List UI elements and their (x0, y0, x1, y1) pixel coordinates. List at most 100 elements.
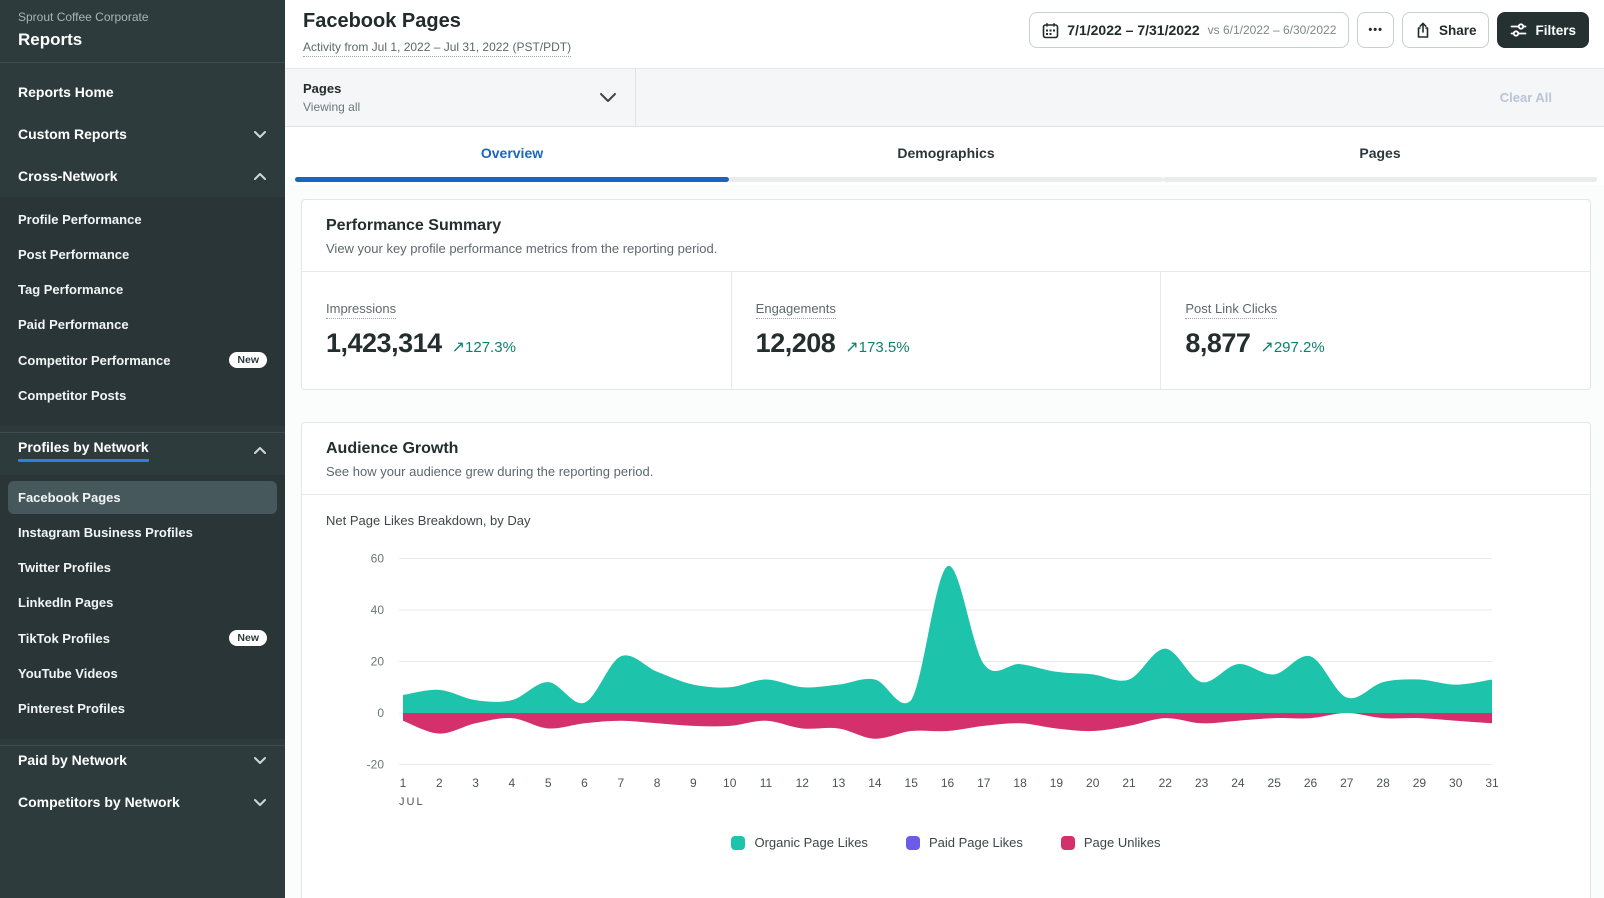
x-axis-tick: 16 (941, 776, 955, 790)
main-area: Facebook Pages Activity from Jul 1, 2022… (285, 0, 1604, 898)
sidebar-nav: Reports Home Custom Reports Cross-Network P… (0, 63, 285, 823)
sidebar-item-facebook-pages[interactable]: Facebook Pages (8, 481, 277, 514)
tab-underline (1163, 177, 1597, 182)
sidebar-header: Sprout Coffee Corporate Reports (0, 0, 285, 63)
metric-change: ↗173.5% (845, 337, 909, 357)
app-window: Sprout Coffee Corporate Reports Reports … (0, 0, 1604, 898)
sidebar-item-label: LinkedIn Pages (18, 595, 113, 610)
x-axis-tick: 10 (723, 776, 737, 790)
x-axis-tick: 20 (1086, 776, 1100, 790)
performance-summary-head: Performance Summary View your key profil… (302, 200, 1590, 272)
sidebar-item-paid-performance[interactable]: Paid Performance (8, 308, 277, 341)
x-axis-tick: 5 (545, 776, 552, 790)
sidebar-item-competitor-performance[interactable]: Competitor PerformanceNew (8, 343, 277, 377)
chevron-down-icon (253, 130, 267, 139)
sidebar-section-paid-by-network[interactable]: Paid by Network (0, 745, 285, 781)
tab-underline (295, 177, 729, 182)
legend-item-page-unlikes[interactable]: Page Unlikes (1061, 835, 1161, 850)
report-content: Performance Summary View your key profil… (285, 185, 1604, 898)
x-axis-tick: 8 (654, 776, 661, 790)
legend-item-paid-page-likes[interactable]: Paid Page Likes (906, 835, 1023, 850)
sidebar-item-label: Competitor Posts (18, 388, 126, 403)
sidebar-section-label: Profiles by Network (18, 439, 149, 462)
x-axis-tick: 25 (1268, 776, 1282, 790)
y-axis-tick: -20 (367, 758, 385, 772)
series-organic-page-likes (403, 566, 1492, 713)
tab-label: Demographics (897, 145, 994, 167)
legend-swatch (1061, 836, 1075, 850)
x-axis-tick: 18 (1013, 776, 1027, 790)
report-tabs: Overview Demographics Pages (285, 127, 1604, 185)
sidebar-item-label: Post Performance (18, 247, 129, 262)
sidebar-section-label: Custom Reports (18, 126, 127, 142)
report-period-text: Activity from Jul 1, 2022 – Jul 31, 2022… (303, 40, 571, 57)
x-axis-tick: 22 (1159, 776, 1173, 790)
sidebar-section-reports-home[interactable]: Reports Home (0, 71, 285, 113)
chevron-up-icon (253, 446, 267, 455)
tab-overview[interactable]: Overview (295, 127, 729, 185)
sidebar-item-youtube-videos[interactable]: YouTube Videos (8, 657, 277, 690)
sidebar-item-profile-performance[interactable]: Profile Performance (8, 203, 277, 236)
sidebar-item-post-performance[interactable]: Post Performance (8, 238, 277, 271)
sidebar-section-cross-network[interactable]: Cross-Network (0, 155, 285, 197)
audience-growth-title: Audience Growth (326, 440, 1566, 458)
sidebar-item-competitor-posts[interactable]: Competitor Posts (8, 379, 277, 412)
header-actions: 7/1/2022 – 7/31/2022 vs 6/1/2022 – 6/30/… (1029, 10, 1589, 68)
x-axis-tick: 21 (1122, 776, 1136, 790)
x-axis-tick: 15 (905, 776, 919, 790)
date-range-value: 7/1/2022 – 7/31/2022 (1067, 22, 1199, 38)
sidebar-item-tiktok-profiles[interactable]: TikTok ProfilesNew (8, 621, 277, 655)
date-range-button[interactable]: 7/1/2022 – 7/31/2022 vs 6/1/2022 – 6/30/… (1029, 12, 1349, 48)
metric-values: 1,423,314↗127.3% (326, 328, 707, 359)
metric-label: Engagements (756, 301, 836, 319)
y-axis-tick: 40 (371, 603, 385, 617)
sidebar-item-label: Twitter Profiles (18, 560, 111, 575)
x-axis-tick: 29 (1413, 776, 1427, 790)
legend-swatch (731, 836, 745, 850)
sidebar-item-label: Instagram Business Profiles (18, 525, 193, 540)
sidebar-section-competitors-by-network[interactable]: Competitors by Network (0, 781, 285, 823)
x-axis-tick: 7 (617, 776, 624, 790)
sidebar-section-label: Competitors by Network (18, 794, 180, 810)
legend-label: Organic Page Likes (754, 835, 867, 850)
share-button[interactable]: Share (1402, 12, 1490, 48)
more-options-button[interactable]: ••• (1357, 12, 1394, 48)
tab-label: Overview (481, 145, 543, 167)
trend-up-icon: ↗ (845, 339, 858, 356)
trend-up-icon: ↗ (1260, 339, 1273, 356)
x-axis-tick: 17 (977, 776, 991, 790)
x-axis-tick: 4 (509, 776, 516, 790)
x-axis-tick: 12 (796, 776, 810, 790)
page-title: Facebook Pages (303, 10, 571, 33)
sidebar-section-custom-reports[interactable]: Custom Reports (0, 113, 285, 155)
audience-growth-card: Audience Growth See how your audience gr… (301, 422, 1591, 898)
sidebar-item-instagram-business-profiles[interactable]: Instagram Business Profiles (8, 516, 277, 549)
y-axis-tick: 60 (371, 552, 385, 566)
clear-all-link[interactable]: Clear All (1500, 90, 1604, 105)
sidebar-item-twitter-profiles[interactable]: Twitter Profiles (8, 551, 277, 584)
x-axis-tick: 28 (1376, 776, 1390, 790)
metric-engagements: Engagements 12,208 ↗173.5% (731, 272, 1161, 389)
metrics-row: Impressions1,423,314↗127.3%Engagements12… (302, 272, 1590, 389)
tab-pages[interactable]: Pages (1163, 127, 1597, 185)
chevron-up-icon (253, 172, 267, 181)
filters-button[interactable]: Filters (1497, 12, 1589, 48)
pages-filter-dropdown[interactable]: Pages Viewing all (285, 69, 636, 126)
sidebar-item-tag-performance[interactable]: Tag Performance (8, 273, 277, 306)
pages-filter-text: Pages Viewing all (303, 81, 360, 114)
legend-swatch (906, 836, 920, 850)
x-axis-tick: 26 (1304, 776, 1318, 790)
share-icon (1415, 22, 1431, 39)
filter-value: Viewing all (303, 100, 360, 114)
metric-post-link-clicks: Post Link Clicks8,877↗297.2% (1160, 272, 1590, 389)
metric-value: 12,208 (756, 328, 836, 359)
sidebar-group-profiles-by-network: Facebook Pages Instagram Business Profile… (0, 475, 285, 739)
legend-item-organic-page-likes[interactable]: Organic Page Likes (731, 835, 867, 850)
tab-demographics[interactable]: Demographics (729, 127, 1163, 185)
x-axis-tick: 1 (400, 776, 407, 790)
sidebar-item-linkedin-pages[interactable]: LinkedIn Pages (8, 586, 277, 619)
sidebar-section-profiles-by-network[interactable]: Profiles by Network (0, 432, 285, 475)
filter-bar: Pages Viewing all Clear All (285, 68, 1604, 127)
x-axis-tick: 13 (832, 776, 846, 790)
sidebar-item-pinterest-profiles[interactable]: Pinterest Profiles (8, 692, 277, 725)
